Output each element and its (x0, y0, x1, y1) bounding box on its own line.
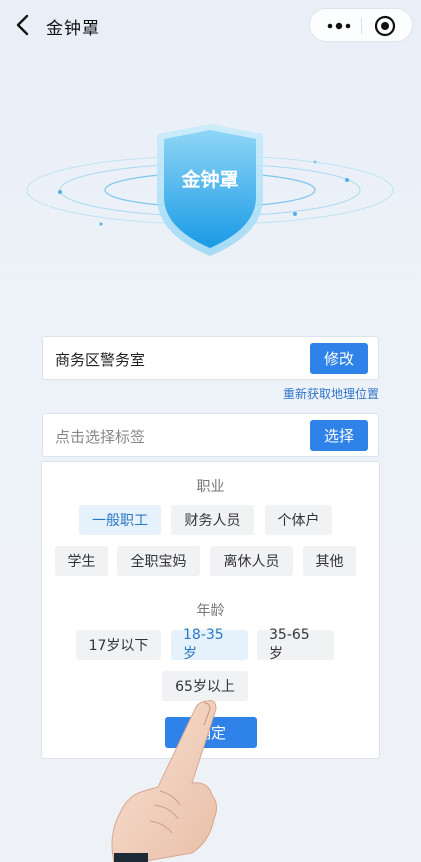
location-value: 商务区警务室 (55, 351, 146, 369)
pointing-hand-icon (111, 700, 218, 862)
relocate-link[interactable]: 重新获取地理位置 (283, 385, 379, 402)
chip-occupation-retired[interactable]: 离休人员 (210, 546, 293, 576)
chip-age-35-65[interactable]: 35-65岁 (257, 627, 334, 662)
select-button[interactable]: 选择 (310, 420, 368, 451)
nav-bar: 金钟罩 (0, 0, 421, 52)
page-title: 金钟罩 (46, 19, 100, 39)
shield-hero: 金钟罩 (26, 124, 394, 256)
more-dots-icon[interactable] (324, 16, 354, 36)
capsule-divider (361, 18, 362, 34)
chevron-left-icon[interactable] (10, 12, 36, 38)
modify-button[interactable]: 修改 (310, 343, 368, 374)
chip-occupation-self-employed[interactable]: 个体户 (265, 505, 332, 535)
chip-occupation-other[interactable]: 其他 (303, 546, 356, 576)
chip-occupation-full-time-mom[interactable]: 全职宝妈 (117, 546, 200, 576)
mini-program-capsule (309, 8, 413, 42)
occupation-title: 职业 (196, 479, 225, 495)
chip-occupation-student[interactable]: 学生 (55, 546, 108, 576)
shield-badge-text: 金钟罩 (180, 168, 238, 191)
location-field: 商务区警务室 修改 (42, 336, 379, 380)
chip-age-18-35[interactable]: 18-35岁 (171, 627, 248, 662)
chip-age-under-17[interactable]: 17岁以下 (76, 630, 161, 660)
age-title: 年龄 (196, 603, 225, 619)
tag-select-field[interactable]: 点击选择标签 选择 (42, 413, 379, 457)
target-close-icon[interactable] (374, 15, 396, 37)
chip-occupation-finance[interactable]: 财务人员 (171, 505, 254, 535)
chip-occupation-general-staff[interactable]: 一般职工 (79, 505, 161, 535)
tag-select-placeholder[interactable]: 点击选择标签 (55, 426, 145, 447)
